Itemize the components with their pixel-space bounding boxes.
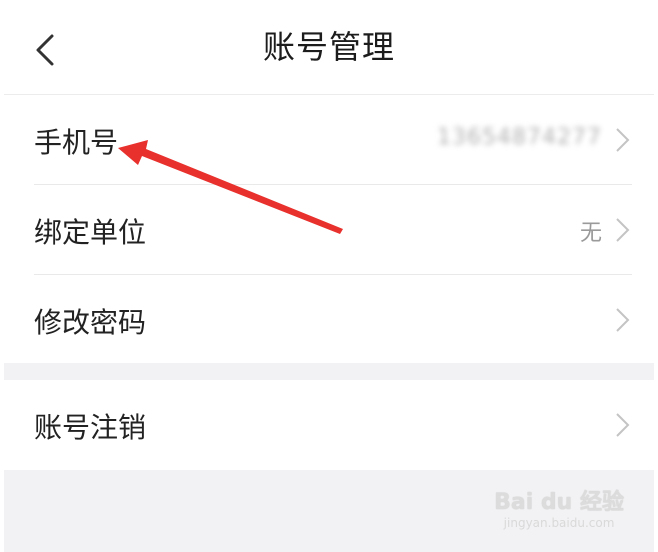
chevron-right-icon xyxy=(616,308,630,332)
page-title: 账号管理 xyxy=(262,28,395,66)
watermark-logo: Bai du 经验 xyxy=(494,490,624,515)
change-password-row[interactable]: 修改密码 xyxy=(4,275,654,365)
watermark-url: jingyan.baidu.com xyxy=(503,516,615,530)
bound-organization-value: 无 xyxy=(579,221,602,246)
account-settings-group: 手机号 13654874277 绑定单位 无 修改密码 xyxy=(4,95,654,363)
nav-bar: 账号管理 xyxy=(4,0,654,95)
change-password-label: 修改密码 xyxy=(34,306,147,339)
account-cancellation-label: 账号注销 xyxy=(34,411,147,444)
chevron-right-icon xyxy=(616,218,630,242)
phone-number-row[interactable]: 手机号 13654874277 xyxy=(4,95,654,185)
bound-organization-label: 绑定单位 xyxy=(34,216,147,249)
account-cancellation-group: 账号注销 xyxy=(4,380,654,470)
bound-organization-row[interactable]: 绑定单位 无 xyxy=(4,185,654,275)
account-cancellation-row[interactable]: 账号注销 xyxy=(4,380,654,470)
baidu-jingyan-watermark: Bai du 经验 jingyan.baidu.com xyxy=(494,484,624,530)
chevron-right-icon xyxy=(616,128,630,152)
screen: 账号管理 手机号 13654874277 绑定单位 无 修改密码 账号注销 Ba… xyxy=(4,0,654,552)
phone-number-value: 13654874277 xyxy=(437,125,602,150)
chevron-right-icon xyxy=(616,413,630,437)
phone-number-label: 手机号 xyxy=(34,126,119,159)
